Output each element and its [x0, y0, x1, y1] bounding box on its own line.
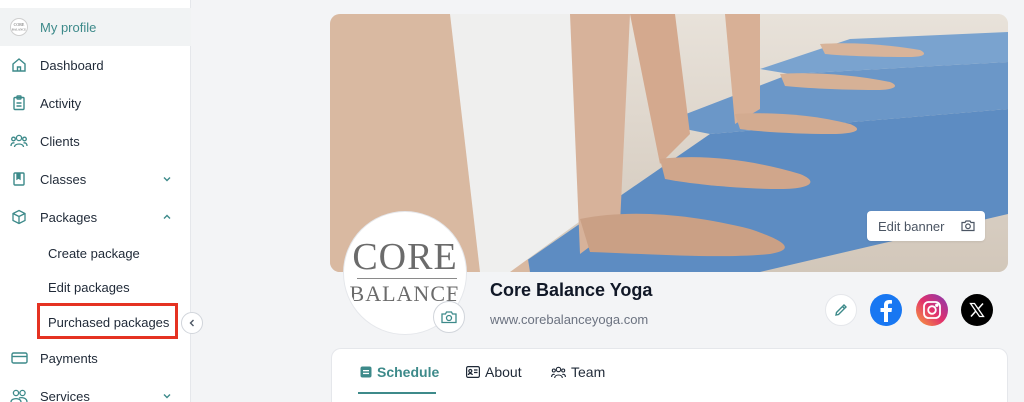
studio-name: Core Balance Yoga	[490, 280, 653, 300]
x-icon[interactable]	[961, 294, 993, 326]
active-tab-indicator	[358, 392, 436, 394]
chevron-down-icon[interactable]	[160, 389, 174, 402]
svg-text:BALANCE: BALANCE	[12, 28, 26, 32]
book-icon	[10, 170, 28, 188]
pencil-icon	[835, 304, 847, 316]
edit-banner-button[interactable]: Edit banner	[867, 211, 985, 241]
sidebar-item-label: Dashboard	[40, 57, 104, 73]
sidebar-item-label: Clients	[40, 133, 80, 149]
tab-label: Team	[571, 364, 606, 380]
sidebar-item-label: My profile	[40, 19, 97, 35]
sidebar-subitem-edit-packages[interactable]: Edit packages	[48, 280, 130, 295]
svg-text:CORE: CORE	[14, 22, 25, 27]
tab-about[interactable]: About	[466, 364, 522, 380]
collapse-sidebar-button[interactable]	[181, 312, 203, 334]
logo-text-core: CORE	[352, 236, 458, 278]
instagram-icon[interactable]	[916, 294, 948, 326]
sidebar-item-classes[interactable]: Classes	[0, 160, 191, 198]
sidebar-subitem-create-package[interactable]: Create package	[48, 246, 140, 261]
edit-banner-label: Edit banner	[878, 218, 945, 234]
tab-schedule[interactable]: Schedule	[360, 364, 439, 380]
sidebar-item-label: Activity	[40, 95, 82, 111]
id-card-icon	[466, 366, 480, 378]
schedule-icon	[360, 366, 372, 378]
clipboard-icon	[10, 94, 28, 112]
sidebar-item-label: Classes	[40, 171, 87, 187]
profile-logo-icon: CORE BALANCE	[10, 18, 28, 36]
sidebar-item-clients[interactable]: Clients	[0, 122, 191, 160]
card-icon	[10, 349, 28, 367]
team-icon	[551, 366, 566, 378]
sidebar-item-payments[interactable]: Payments	[0, 339, 191, 377]
tab-label: About	[485, 364, 522, 380]
sidebar-item-dashboard[interactable]: Dashboard	[0, 46, 191, 84]
users-icon	[10, 387, 28, 402]
sidebar-item-services[interactable]: Services	[0, 377, 191, 402]
home-icon	[10, 56, 28, 74]
sidebar-item-label: Packages	[40, 209, 98, 225]
tab-label: Schedule	[377, 364, 440, 380]
facebook-icon[interactable]	[870, 294, 902, 326]
clients-icon	[10, 132, 28, 150]
camera-icon	[441, 311, 457, 324]
sidebar-item-label: Payments	[40, 350, 98, 366]
logo-divider	[357, 278, 457, 279]
sidebar-item-activity[interactable]: Activity	[0, 84, 191, 122]
sidebar: CORE BALANCE My profile Dashboard Activit…	[0, 0, 191, 402]
tab-team[interactable]: Team	[551, 364, 605, 380]
studio-website-link[interactable]: www.corebalanceyoga.com	[490, 312, 648, 327]
camera-icon	[961, 219, 975, 235]
sidebar-item-packages[interactable]: Packages	[0, 198, 191, 236]
sidebar-item-my-profile[interactable]: CORE BALANCE My profile	[0, 8, 191, 46]
sidebar-item-label: Services	[40, 388, 90, 402]
change-avatar-button[interactable]	[433, 301, 465, 333]
edit-profile-button[interactable]	[825, 294, 857, 326]
highlight-box	[37, 303, 178, 339]
box-icon	[10, 208, 28, 226]
chevron-up-icon[interactable]	[160, 210, 174, 224]
chevron-down-icon[interactable]	[160, 172, 174, 186]
